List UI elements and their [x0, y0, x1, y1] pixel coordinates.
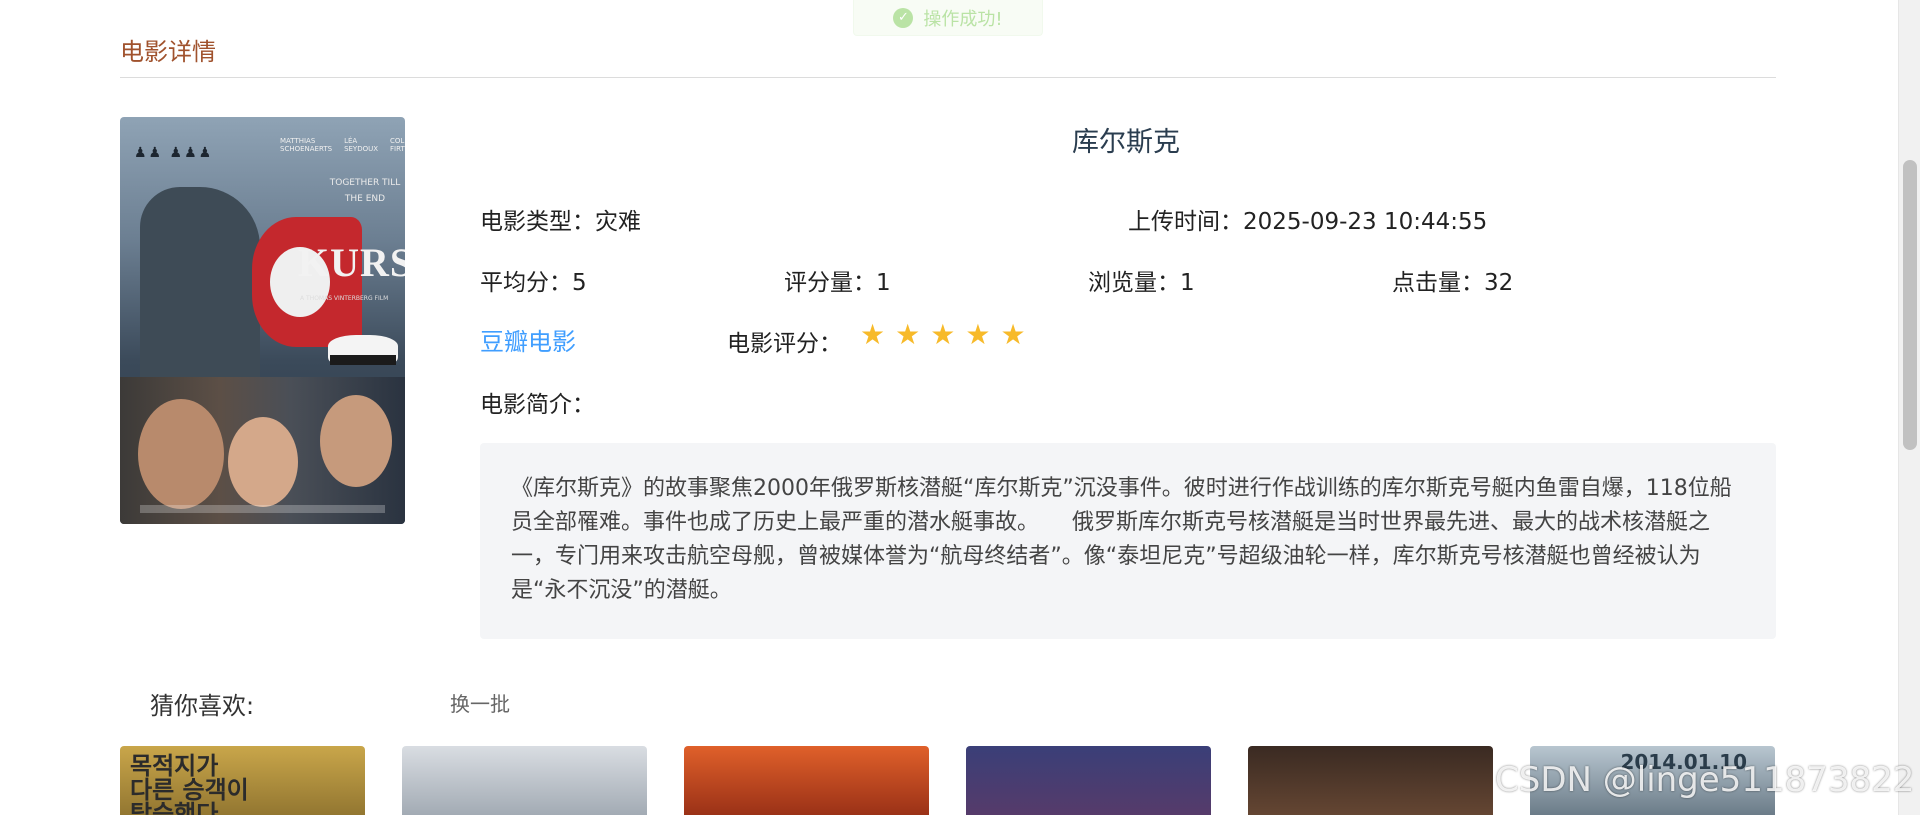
- poster-title: KURSK: [298, 240, 405, 285]
- recommend-card[interactable]: [684, 746, 929, 815]
- upload-time-value: 2025-09-23 10:44:55: [1243, 209, 1488, 235]
- view-count: 浏览量：1: [1088, 263, 1195, 297]
- view-count-value: 1: [1180, 270, 1195, 296]
- poster-cast-image: [120, 377, 405, 524]
- average-score-label: 平均分：: [480, 270, 572, 296]
- upload-time-label: 上传时间：: [1128, 209, 1243, 235]
- movie-title: 库尔斯克: [1072, 127, 1180, 158]
- click-count-label: 点击量：: [1392, 270, 1484, 296]
- poster-tagline: TOGETHER TILL THE END: [329, 178, 401, 204]
- poster-subtitle: A THOMAS VINTERBERG FILM: [300, 295, 389, 302]
- movie-poster: ♟♟ ♟♟♟ MATTHIAS SCHOENAERTS LÉA SEYDOUX …: [120, 117, 405, 524]
- movie-intro-text: 《库尔斯克》的故事聚焦2000年俄罗斯核潜艇“库尔斯克”沉没事件。彼时进行作战训…: [511, 476, 1732, 603]
- recommend-card[interactable]: [966, 746, 1211, 815]
- success-toast: ✓ 操作成功!: [853, 0, 1043, 36]
- average-score-value: 5: [572, 270, 587, 296]
- rating-count-value: 1: [876, 270, 891, 296]
- page-scrollbar[interactable]: [1898, 0, 1920, 815]
- recommend-card[interactable]: [402, 746, 647, 815]
- rating-count: 评分量：1: [784, 263, 891, 297]
- upload-time: 上传时间：2025-09-23 10:44:55: [1128, 202, 1487, 236]
- rating-count-label: 评分量：: [784, 270, 876, 296]
- click-count-value: 32: [1484, 270, 1514, 296]
- view-count-label: 浏览量：: [1088, 270, 1180, 296]
- movie-intro-label: 电影简介：: [480, 392, 595, 418]
- douban-movie-link[interactable]: 豆瓣电影: [480, 322, 576, 357]
- click-count: 点击量：32: [1392, 263, 1513, 297]
- movie-type: 电影类型：灾难: [480, 202, 641, 236]
- check-circle-icon: ✓: [893, 7, 914, 28]
- refresh-button[interactable]: 换一批: [450, 688, 510, 717]
- poster-crew-silhouettes: ♟♟ ♟♟♟: [134, 145, 214, 161]
- movie-type-label: 电影类型：: [480, 209, 595, 235]
- recommend-card-text: 목적지가 다른 승객이 탑승했다: [130, 752, 249, 815]
- star-icon[interactable]: ★: [860, 321, 885, 349]
- section-title: 电影详情: [120, 38, 216, 66]
- poster-cast-names: MATTHIAS SCHOENAERTS LÉA SEYDOUX COLIN F…: [280, 137, 405, 153]
- movie-type-value: 灾难: [595, 209, 641, 235]
- movie-intro-box: 《库尔斯克》的故事聚焦2000年俄罗斯核潜艇“库尔斯克”沉没事件。彼时进行作战训…: [480, 443, 1776, 639]
- rating-stars[interactable]: ★ ★ ★ ★ ★: [860, 321, 1026, 349]
- star-icon[interactable]: ★: [965, 321, 990, 349]
- csdn-watermark: CSDN @linge511873822: [1495, 760, 1915, 800]
- recommend-card[interactable]: [1248, 746, 1493, 815]
- scrollbar-thumb[interactable]: [1903, 160, 1917, 450]
- movie-rating-label: 电影评分：: [727, 331, 842, 357]
- star-icon[interactable]: ★: [1000, 321, 1025, 349]
- star-icon[interactable]: ★: [930, 321, 955, 349]
- recommend-title: 猜你喜欢:: [150, 692, 255, 720]
- recommend-card[interactable]: 목적지가 다른 승객이 탑승했다: [120, 746, 365, 815]
- star-icon[interactable]: ★: [895, 321, 920, 349]
- average-score: 平均分：5: [480, 263, 587, 297]
- section-divider: [120, 77, 1776, 78]
- toast-message: 操作成功!: [923, 8, 1003, 30]
